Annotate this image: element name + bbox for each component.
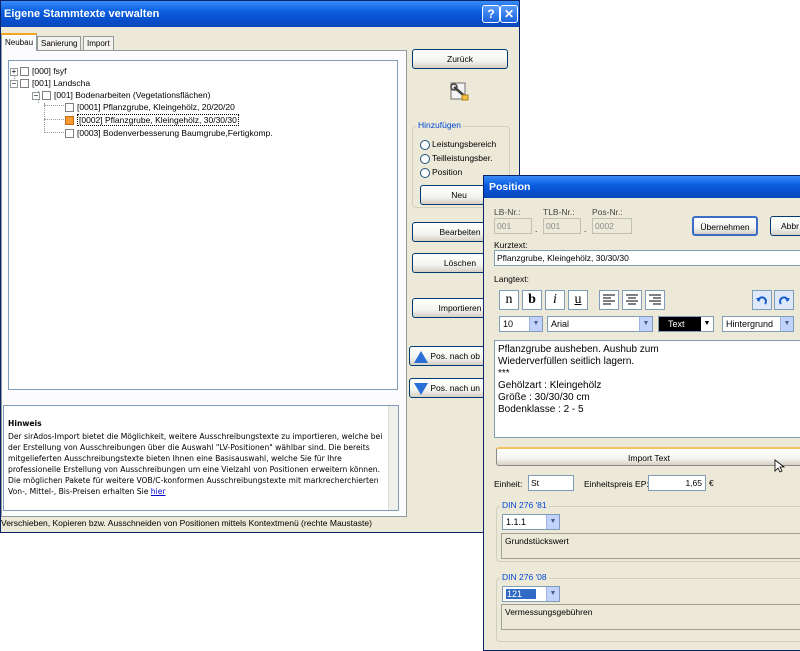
radio-leistungsbereich[interactable]: Leistungsbereich bbox=[420, 138, 496, 150]
collapse-icon[interactable]: − bbox=[10, 79, 18, 88]
tree-node[interactable]: [0003] Bodenverbesserung Baumgrube,Ferti… bbox=[65, 127, 273, 139]
arrow-down-icon bbox=[414, 382, 428, 395]
hinweis-text: Der sirAdos-Import bietet die Möglichkei… bbox=[8, 432, 383, 496]
background-color-select[interactable]: Hintergrund ▼ bbox=[722, 316, 794, 332]
einheit-label: Einheit: bbox=[494, 479, 523, 489]
position-titlebar: Position bbox=[484, 176, 800, 198]
tab-neubau[interactable]: Neubau bbox=[1, 33, 38, 51]
position-title: Position bbox=[489, 181, 531, 193]
redo-icon[interactable] bbox=[774, 290, 794, 310]
stammtexte-window: Eigene Stammtexte verwalten ? ✕ Neubau S… bbox=[0, 0, 520, 533]
chevron-down-icon[interactable]: ▼ bbox=[546, 515, 559, 529]
abbrechen-button[interactable]: Abbr bbox=[770, 216, 800, 236]
main-titlebar: Eigene Stammtexte verwalten ? ✕ bbox=[1, 1, 519, 27]
din81-description: Grundstückswert bbox=[501, 533, 800, 559]
chevron-down-icon[interactable]: ▼ bbox=[529, 317, 542, 331]
langtext-label: Langtext: bbox=[494, 274, 529, 284]
position-dialog: Position LB-Nr.: TLB-Nr.: Pos-Nr.: 001 .… bbox=[483, 175, 800, 651]
close-button[interactable]: ✕ bbox=[500, 5, 518, 23]
help-button[interactable]: ? bbox=[482, 5, 500, 23]
align-right-icon[interactable] bbox=[645, 290, 665, 310]
lb-nr-label: LB-Nr.: bbox=[494, 207, 521, 217]
pos-nr-field[interactable]: 0002 bbox=[592, 218, 632, 234]
tools-icon bbox=[448, 79, 472, 103]
tab-import[interactable]: Import bbox=[83, 36, 114, 50]
main-window-title: Eigene Stammtexte verwalten bbox=[4, 8, 160, 20]
tab-sanierung[interactable]: Sanierung bbox=[37, 36, 82, 50]
font-size-select[interactable]: 10 ▼ bbox=[499, 316, 543, 332]
din81-title: DIN 276 '81 bbox=[500, 500, 549, 510]
normal-format-button[interactable]: n bbox=[499, 290, 519, 310]
checkbox-icon[interactable] bbox=[65, 129, 74, 139]
chevron-down-icon[interactable]: ▼ bbox=[700, 317, 713, 331]
position-tree[interactable]: + [000] fsyf − [001] Landscha − [001] Boden… bbox=[8, 60, 398, 390]
mouse-cursor-icon bbox=[774, 459, 786, 473]
checkbox-icon[interactable] bbox=[65, 116, 74, 126]
italic-button[interactable]: i bbox=[545, 290, 565, 310]
hinweis-panel: Hinweis Der sirAdos-Import bietet die Mö… bbox=[3, 405, 399, 511]
checkbox-icon[interactable] bbox=[65, 103, 74, 113]
tlb-nr-label: TLB-Nr.: bbox=[543, 207, 575, 217]
radio-teilleistungsbereich[interactable]: Teilleistungsber. bbox=[420, 152, 492, 164]
din08-title: DIN 276 '08 bbox=[500, 572, 549, 582]
checkbox-icon[interactable] bbox=[42, 91, 51, 101]
bold-button[interactable]: b bbox=[522, 290, 542, 310]
lb-nr-field[interactable]: 001 bbox=[494, 218, 532, 234]
checkbox-icon[interactable] bbox=[20, 79, 29, 89]
tree-node[interactable]: − [001] Landscha bbox=[10, 77, 90, 89]
tree-node[interactable]: − [001] Bodenarbeiten (Vegetationsflächen… bbox=[32, 89, 210, 101]
chevron-down-icon[interactable]: ▼ bbox=[639, 317, 652, 331]
kurztext-input[interactable]: Pflanzgrube, Kleingehölz, 30/30/30 bbox=[494, 250, 800, 266]
din81-select[interactable]: 1.1.1 ▼ bbox=[502, 514, 560, 530]
pos-nr-label: Pos-Nr.: bbox=[592, 207, 623, 217]
din08-select[interactable]: 121 ▼ bbox=[502, 586, 560, 602]
hinweis-scrollbar[interactable] bbox=[388, 406, 398, 510]
status-line: Verschieben, Kopieren bzw. Ausschneiden … bbox=[1, 518, 372, 528]
tree-node[interactable]: + [000] fsyf bbox=[10, 65, 67, 77]
uebernehmen-button[interactable]: Übernehmen bbox=[692, 216, 758, 236]
underline-button[interactable]: u bbox=[568, 290, 588, 310]
tree-node[interactable]: [0001] Pflanzgrube, Kleingehölz, 20/20/2… bbox=[65, 101, 235, 113]
expand-icon[interactable]: + bbox=[10, 67, 18, 76]
hinweis-link[interactable]: hier bbox=[151, 487, 166, 496]
collapse-icon[interactable]: − bbox=[32, 91, 40, 100]
kurztext-label: Kurztext: bbox=[494, 240, 528, 250]
einheitspreis-label: Einheitspreis EP: bbox=[584, 479, 649, 489]
align-left-icon[interactable] bbox=[599, 290, 619, 310]
langtext-editor[interactable]: Pflanzgrube ausheben. Aushub zum Wiederv… bbox=[494, 340, 800, 438]
checkbox-icon[interactable] bbox=[20, 67, 29, 77]
undo-icon[interactable] bbox=[752, 290, 772, 310]
einheitspreis-input[interactable]: 1,65 bbox=[648, 475, 706, 491]
text-color-select[interactable]: Text ▼ bbox=[658, 316, 714, 332]
einheit-input[interactable]: St bbox=[528, 475, 574, 491]
radio-position[interactable]: Position bbox=[420, 166, 462, 178]
din08-description: Vermessungsgebühren bbox=[501, 604, 800, 630]
hinzufuegen-title: Hinzufügen bbox=[416, 120, 464, 130]
import-text-button[interactable]: Import Text bbox=[496, 447, 800, 466]
chevron-down-icon[interactable]: ▼ bbox=[546, 587, 559, 601]
tlb-nr-field[interactable]: 001 bbox=[543, 218, 581, 234]
font-name-select[interactable]: Arial ▼ bbox=[547, 316, 653, 332]
arrow-up-icon bbox=[414, 350, 428, 363]
align-center-icon[interactable] bbox=[622, 290, 642, 310]
zurueck-button[interactable]: Zurück bbox=[412, 49, 508, 69]
currency-label: € bbox=[709, 478, 714, 488]
hinweis-heading: Hinweis bbox=[8, 419, 42, 428]
tree-node-selected[interactable]: [0002] Pflanzgrube, Kleingehölz, 30/30/3… bbox=[65, 114, 239, 126]
chevron-down-icon[interactable]: ▼ bbox=[780, 317, 793, 331]
